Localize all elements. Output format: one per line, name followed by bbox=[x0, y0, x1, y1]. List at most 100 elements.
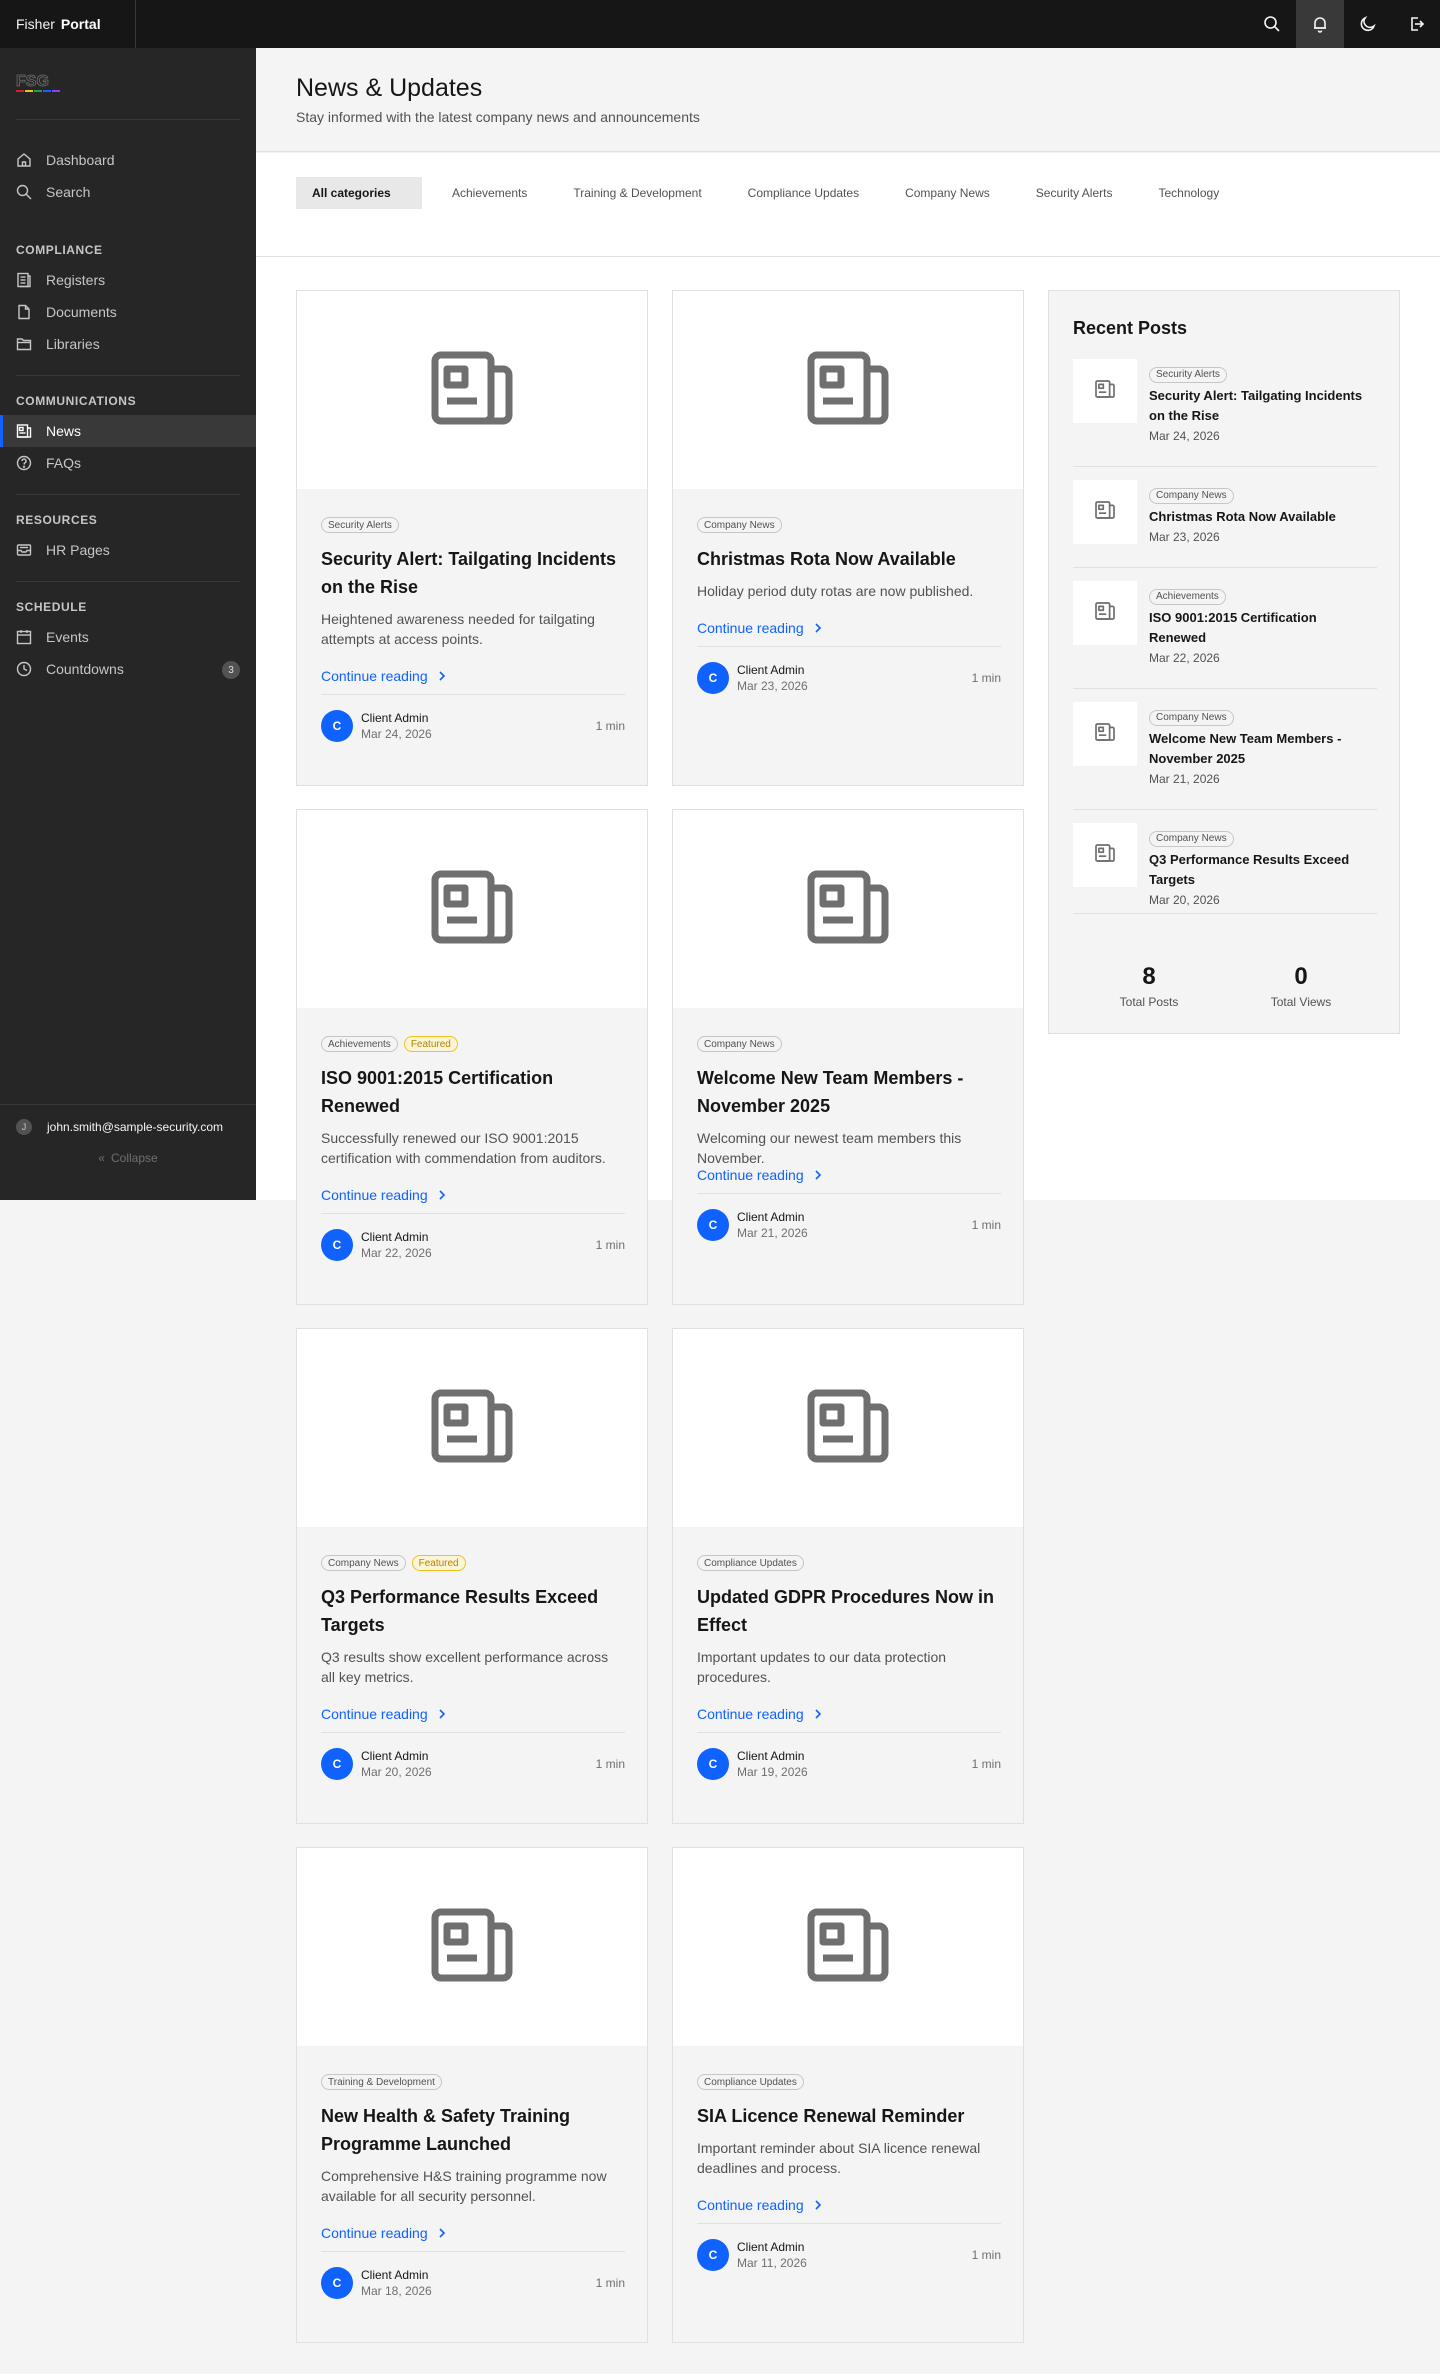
sidebar-item-label: News bbox=[46, 423, 82, 439]
continue-reading-link[interactable]: Continue reading bbox=[697, 2197, 824, 2213]
card-author: C Client Admin Mar 21, 2026 1 min bbox=[697, 1209, 1001, 1241]
logout-button[interactable] bbox=[1392, 0, 1440, 48]
link-label: Continue reading bbox=[697, 2197, 804, 2213]
divider bbox=[321, 1213, 625, 1214]
card-description: Important updates to our data protection… bbox=[697, 1649, 947, 1685]
tab-technology[interactable]: Technology bbox=[1142, 177, 1235, 209]
sidebar-item-search[interactable]: Search bbox=[0, 176, 256, 208]
sidebar-item-dashboard[interactable]: Dashboard bbox=[0, 144, 256, 176]
search-icon bbox=[1264, 16, 1280, 32]
sidebar-item-hr-pages[interactable]: HR Pages bbox=[0, 534, 256, 566]
card-tags: Company News bbox=[697, 1036, 788, 1052]
news-card[interactable]: Security Alerts Security Alert: Tailgati… bbox=[296, 290, 648, 786]
sidebar-item-events[interactable]: Events bbox=[0, 621, 256, 653]
avatar: C bbox=[321, 710, 353, 742]
newspaper-icon bbox=[807, 1389, 889, 1468]
recent-post-title: Security Alert: Tailgating Incidents on … bbox=[1149, 387, 1363, 423]
card-author: C Client Admin Mar 22, 2026 1 min bbox=[321, 1229, 625, 1261]
card-description: Important reminder about SIA licence ren… bbox=[697, 2140, 981, 2176]
featured-tag: Featured bbox=[411, 1555, 466, 1571]
read-time: 1 min bbox=[595, 2276, 625, 2290]
card-title[interactable]: Christmas Rota Now Available bbox=[697, 545, 1001, 573]
recent-post-item[interactable]: Company News Welcome New Team Members - … bbox=[1073, 702, 1377, 810]
card-title[interactable]: Security Alert: Tailgating Incidents on … bbox=[321, 545, 625, 601]
read-time: 1 min bbox=[971, 2248, 1001, 2262]
collapse-button[interactable]: « Collapse bbox=[0, 1151, 256, 1165]
author-name: Client Admin bbox=[737, 663, 805, 677]
news-card[interactable]: Training & Development New Health & Safe… bbox=[296, 1847, 648, 2343]
tab-company-news[interactable]: Company News bbox=[889, 177, 1006, 209]
recent-post-item[interactable]: Security Alerts Security Alert: Tailgati… bbox=[1073, 359, 1377, 467]
avatar: C bbox=[321, 1229, 353, 1261]
post-date: Mar 21, 2026 bbox=[737, 1226, 808, 1240]
link-label: Continue reading bbox=[321, 2225, 428, 2241]
svg-text:FSG: FSG bbox=[16, 73, 49, 90]
company-logo[interactable]: FSG bbox=[16, 70, 60, 98]
news-card[interactable]: Company News Christmas Rota Now Availabl… bbox=[672, 290, 1024, 786]
recent-post-thumbnail bbox=[1073, 823, 1137, 887]
recent-post-item[interactable]: Company News Christmas Rota Now Availabl… bbox=[1073, 480, 1377, 568]
theme-toggle-button[interactable] bbox=[1344, 0, 1392, 48]
tab-all-categories[interactable]: All categories bbox=[296, 177, 422, 209]
category-tag: Compliance Updates bbox=[697, 2074, 804, 2090]
card-title[interactable]: Welcome New Team Members - November 2025 bbox=[697, 1064, 1001, 1120]
author-name: Client Admin bbox=[737, 1749, 805, 1763]
user-profile[interactable]: J john.smith@sample-security.com bbox=[16, 1119, 223, 1135]
sidebar-item-faqs[interactable]: FAQs bbox=[0, 447, 256, 479]
tab-achievements[interactable]: Achievements bbox=[436, 177, 543, 209]
recent-post-item[interactable]: Achievements ISO 9001:2015 Certification… bbox=[1073, 581, 1377, 689]
featured-tag: Featured bbox=[403, 1036, 458, 1052]
divider bbox=[321, 1732, 625, 1733]
card-author: C Client Admin Mar 18, 2026 1 min bbox=[321, 2267, 625, 2299]
card-author: C Client Admin Mar 19, 2026 1 min bbox=[697, 1748, 1001, 1780]
newspaper-icon bbox=[431, 351, 513, 430]
news-card[interactable]: Compliance Updates Updated GDPR Procedur… bbox=[672, 1328, 1024, 1824]
sidebar-item-registers[interactable]: Registers bbox=[0, 264, 256, 296]
sidebar-item-documents[interactable]: Documents bbox=[0, 296, 256, 328]
card-author: C Client Admin Mar 11, 2026 1 min bbox=[697, 2239, 1001, 2271]
continue-reading-link[interactable]: Continue reading bbox=[321, 1187, 448, 1203]
sidebar-item-label: Registers bbox=[46, 272, 106, 288]
post-date: Mar 24, 2026 bbox=[361, 727, 432, 741]
news-card[interactable]: Achievements Featured ISO 9001:2015 Certi… bbox=[296, 809, 648, 1305]
card-title[interactable]: ISO 9001:2015 Certification Renewed bbox=[321, 1064, 625, 1120]
tab-training-development[interactable]: Training & Development bbox=[557, 177, 717, 209]
news-card[interactable]: Compliance Updates SIA Licence Renewal R… bbox=[672, 1847, 1024, 2343]
sidebar-item-libraries[interactable]: Libraries bbox=[0, 328, 256, 360]
recent-post-item[interactable]: Company News Q3 Performance Results Exce… bbox=[1073, 823, 1377, 914]
tab-compliance-updates[interactable]: Compliance Updates bbox=[732, 177, 875, 209]
card-title[interactable]: New Health & Safety Training Programme L… bbox=[321, 2102, 625, 2158]
continue-reading-link[interactable]: Continue reading bbox=[697, 1167, 824, 1183]
sidebar-item-news[interactable]: News bbox=[0, 415, 256, 447]
app-brand[interactable]: Fisher Portal bbox=[0, 0, 136, 48]
news-card[interactable]: Company News Welcome New Team Members - … bbox=[672, 809, 1024, 1305]
continue-reading-link[interactable]: Continue reading bbox=[697, 620, 824, 636]
card-title[interactable]: Updated GDPR Procedures Now in Effect bbox=[697, 1583, 1001, 1639]
author-name: Client Admin bbox=[737, 2240, 805, 2254]
continue-reading-link[interactable]: Continue reading bbox=[321, 2225, 448, 2241]
search-button[interactable] bbox=[1248, 0, 1296, 48]
category-tag: Company News bbox=[1149, 709, 1234, 726]
recent-post-date: Mar 23, 2026 bbox=[1149, 529, 1220, 544]
card-tags: Security Alerts bbox=[321, 517, 405, 533]
post-date: Mar 20, 2026 bbox=[361, 1765, 432, 1779]
notifications-button[interactable] bbox=[1296, 0, 1344, 48]
author-name: Client Admin bbox=[361, 2268, 429, 2282]
total-posts-value: 8 bbox=[1142, 963, 1156, 990]
continue-reading-link[interactable]: Continue reading bbox=[321, 1706, 448, 1722]
newspaper-icon bbox=[1095, 843, 1115, 867]
category-tag: Training & Development bbox=[321, 2074, 442, 2090]
card-tags: Company News Featured bbox=[321, 1555, 472, 1571]
author-name: Client Admin bbox=[361, 1230, 429, 1244]
news-card[interactable]: Company News Featured Q3 Performance Resu… bbox=[296, 1328, 648, 1824]
card-title[interactable]: SIA Licence Renewal Reminder bbox=[697, 2102, 1001, 2130]
continue-reading-link[interactable]: Continue reading bbox=[697, 1706, 824, 1722]
card-title[interactable]: Q3 Performance Results Exceed Targets bbox=[321, 1583, 625, 1639]
read-time: 1 min bbox=[595, 1238, 625, 1252]
brand-first: Fisher bbox=[16, 16, 55, 32]
sidebar-item-countdowns[interactable]: Countdowns 3 bbox=[0, 653, 256, 685]
newspaper-icon bbox=[431, 1908, 513, 1987]
avatar: J bbox=[16, 1119, 32, 1135]
continue-reading-link[interactable]: Continue reading bbox=[321, 668, 448, 684]
tab-security-alerts[interactable]: Security Alerts bbox=[1020, 177, 1129, 209]
